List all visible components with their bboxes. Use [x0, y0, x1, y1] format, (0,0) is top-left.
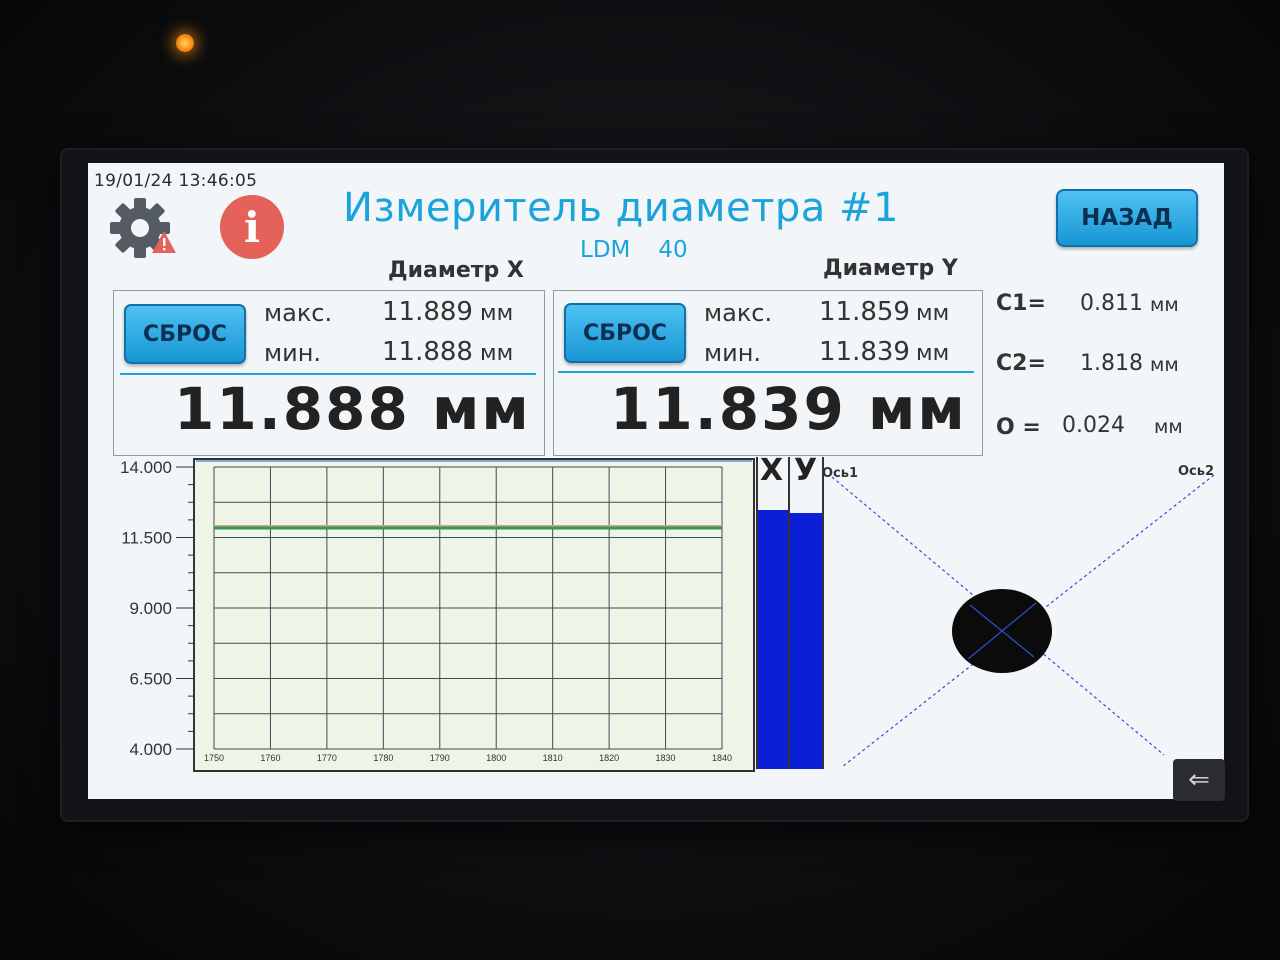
min-y-value: 11.839 — [819, 337, 910, 367]
page-title: Измеритель диаметра #1 — [343, 185, 899, 231]
model-label: LDM — [580, 237, 631, 263]
back-arrow-icon: ⇐ — [1188, 765, 1210, 795]
c1-value: 0.811 — [1080, 291, 1143, 316]
bar-y: У — [788, 453, 824, 769]
x-tick-label: 1760 — [260, 753, 280, 763]
o-value: 0.024 — [1062, 413, 1125, 438]
c1-unit: мм — [1150, 294, 1179, 316]
status-led — [176, 34, 194, 52]
x-tick-label: 1780 — [373, 753, 393, 763]
chart-frame — [193, 458, 755, 772]
max-y-label: макс. — [704, 299, 773, 327]
bar-x-label: X — [760, 453, 784, 488]
x-tick-label: 1820 — [599, 753, 619, 763]
current-x-value: 11.888 мм — [174, 375, 531, 443]
x-tick-label: 1800 — [486, 753, 506, 763]
x-tick-label: 1810 — [543, 753, 563, 763]
nav-back-button[interactable]: ⇐ — [1173, 759, 1225, 801]
device-model: LDM 40 — [580, 237, 688, 263]
model-number: 40 — [658, 237, 688, 263]
trend-chart: 14.000 11.500 9.000 6.500 4.000 1750 1760 1770 1… — [120, 458, 755, 772]
y-tick-label: 6.500 — [129, 670, 172, 689]
cross-section-view: Ось1 Ось2 — [822, 464, 1215, 768]
c1-label: C1= — [996, 291, 1046, 316]
y-tick-label: 11.500 — [121, 529, 172, 548]
diameter-x-panel: СБРОС макс. 11.889 мм мин. 11.888 мм 11.… — [113, 290, 545, 456]
min-y-unit: мм — [916, 341, 950, 366]
x-tick-label: 1790 — [430, 753, 450, 763]
min-x-unit: мм — [480, 341, 514, 366]
max-x-label: макс. — [264, 299, 333, 327]
hmi-screen: 19/01/24 13:46:05 i Измеритель диаметра … — [88, 163, 1224, 799]
bar-y-fill — [790, 513, 822, 769]
max-x-unit: мм — [480, 301, 514, 326]
min-x-value: 11.888 — [382, 337, 473, 367]
y-tick-label: 4.000 — [129, 740, 172, 759]
back-button[interactable]: НАЗАД — [1056, 189, 1198, 247]
o-unit: мм — [1154, 416, 1183, 438]
max-y-unit: мм — [916, 301, 950, 326]
c2-label: C2= — [996, 351, 1046, 376]
divider — [558, 371, 974, 373]
axis1-label: Ось1 — [822, 466, 858, 481]
diameter-x-title: Диаметр X — [388, 258, 524, 283]
c2-value: 1.818 — [1080, 351, 1143, 376]
axis2-label: Ось2 — [1178, 464, 1214, 479]
y-tick-label: 14.000 — [120, 458, 172, 477]
x-tick-label: 1840 — [712, 753, 732, 763]
min-y-label: мин. — [704, 339, 762, 367]
min-x-label: мин. — [264, 339, 322, 367]
diameter-y-panel: СБРОС макс. 11.859 мм мин. 11.839 мм 11.… — [553, 290, 983, 456]
max-y-value: 11.859 — [819, 297, 910, 327]
bar-y-label: У — [794, 453, 818, 488]
o-label: O = — [996, 415, 1041, 440]
info-icon: i — [244, 202, 260, 252]
reset-y-button[interactable]: СБРОС — [564, 303, 686, 363]
x-tick-label: 1750 — [204, 753, 224, 763]
max-x-value: 11.889 — [382, 297, 473, 327]
settings-button[interactable] — [110, 197, 178, 259]
current-y-value: 11.839 мм — [610, 375, 967, 443]
x-tick-label: 1770 — [317, 753, 337, 763]
x-tick-label: 1830 — [656, 753, 676, 763]
datetime: 19/01/24 13:46:05 — [94, 171, 258, 191]
c2-unit: мм — [1150, 354, 1179, 376]
bar-x-fill — [758, 510, 788, 769]
gear-warning-icon — [110, 198, 176, 258]
reset-x-button[interactable]: СБРОС — [124, 304, 246, 364]
info-button[interactable]: i — [220, 195, 284, 259]
diameter-y-title: Диаметр Y — [823, 256, 958, 281]
y-tick-label: 9.000 — [129, 599, 172, 618]
bar-x: X — [756, 453, 790, 769]
